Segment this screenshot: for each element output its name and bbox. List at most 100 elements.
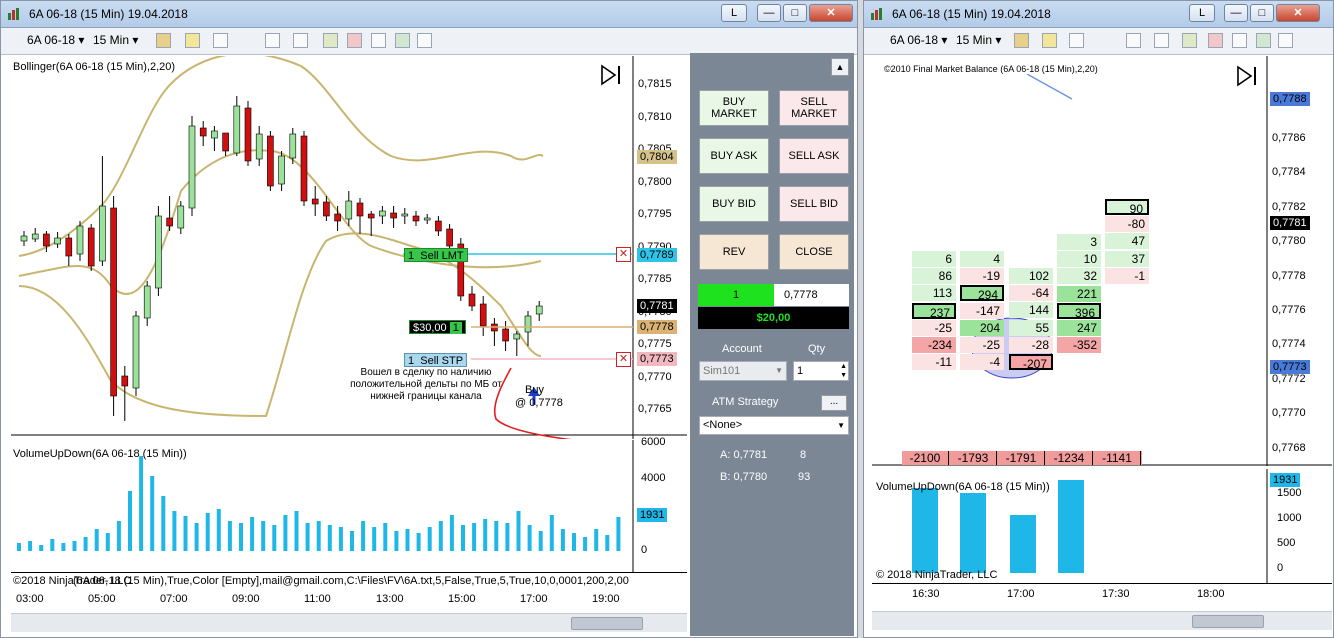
right-horizontal-scrollbar[interactable]	[872, 611, 1332, 630]
interval-selector[interactable]: 15 Min ▾	[956, 33, 1001, 47]
bar-type-icon[interactable]	[1014, 33, 1029, 48]
link-button[interactable]: L	[721, 4, 747, 22]
candle	[513, 333, 521, 340]
volume-chart[interactable]: VolumeUpDown(6A 06-18 (15 Min)) 6000 4000…	[11, 436, 687, 572]
cluster-cell: 47	[1105, 233, 1149, 250]
price-axis-tick-label: 0,7800	[638, 175, 672, 188]
cluster-cell: 144	[1009, 302, 1053, 319]
volume-bar	[294, 511, 299, 551]
time-axis-tick-label: 13:00	[376, 593, 404, 605]
account-select[interactable]: Sim101 ▼	[699, 361, 787, 381]
volume-bar	[227, 521, 232, 551]
cluster-cell: -25	[912, 319, 956, 336]
candle	[367, 213, 375, 219]
maximize-button[interactable]: □	[783, 4, 807, 22]
atm-strategy-label: ATM Strategy	[712, 396, 779, 408]
reverse-button[interactable]: REV	[699, 234, 769, 270]
close-position-button[interactable]: CLOSE	[779, 234, 849, 270]
close-window-button[interactable]: ✕	[1276, 4, 1320, 22]
indicators-icon[interactable]	[1182, 33, 1197, 48]
buy-market-button[interactable]: BUY MARKET	[699, 90, 769, 126]
price-axis-tick-label: 0,7795	[638, 208, 672, 220]
properties-icon[interactable]	[417, 33, 432, 48]
candle	[300, 135, 308, 202]
sell-lmt-label: Sell LMT	[420, 250, 464, 262]
cluster-cell: -19	[960, 268, 1004, 285]
price-axis-tick-label: 0,7782	[1272, 200, 1306, 213]
sell-lmt-order-tag[interactable]: 1 Sell LMT	[404, 248, 468, 262]
scroll-end-icon[interactable]	[1237, 65, 1256, 87]
chart-trader-icon[interactable]	[1232, 33, 1247, 48]
strategies-icon[interactable]	[347, 33, 362, 48]
candle	[278, 155, 285, 185]
candle	[76, 225, 84, 255]
plus-tool-icon[interactable]	[1069, 33, 1084, 48]
atm-strategy-select[interactable]: <None> ▼	[699, 416, 849, 435]
volume-bar	[50, 539, 55, 551]
cluster-chart[interactable]: ©2010 Final Market Balance (6A 06-18 (15…	[872, 56, 1332, 466]
money-icon[interactable]	[1256, 33, 1271, 48]
cursor-icon[interactable]	[1126, 33, 1141, 48]
volume-bar	[261, 521, 266, 551]
sell-stp-order-tag[interactable]: 1 Sell STP	[404, 353, 468, 367]
qty-stepper[interactable]: 1 ▲ ▼	[793, 361, 849, 381]
pnl-position-tag[interactable]: $30,00 1	[409, 320, 466, 334]
right-volume-chart[interactable]: VolumeUpDown(6A 06-18 (15 Min)) © 2018 N…	[872, 469, 1332, 583]
sell-ask-button[interactable]: SELL ASK	[779, 138, 849, 174]
buy-bid-button[interactable]: BUY BID	[699, 186, 769, 222]
candle	[412, 215, 420, 222]
account-value: Sim101	[703, 365, 741, 377]
volume-bar	[616, 517, 621, 551]
stepper-arrows-icon[interactable]: ▲ ▼	[840, 362, 847, 380]
volume-value-tag: 1931	[637, 508, 668, 522]
properties-icon[interactable]	[1278, 33, 1293, 48]
price-axis-tick-label: 0,7772	[1272, 372, 1306, 385]
scroll-thumb[interactable]	[1192, 615, 1264, 628]
time-axis-tick-label: 03:00	[16, 593, 44, 605]
volume-value-tag: 1931	[1270, 473, 1301, 487]
buy-ask-button[interactable]: BUY ASK	[699, 138, 769, 174]
zoom-icon[interactable]	[293, 33, 308, 48]
atm-options-button[interactable]: ...	[821, 395, 847, 411]
candle	[121, 375, 129, 387]
volume-bar	[205, 513, 210, 551]
cluster-cell: -352	[1057, 337, 1101, 354]
position-qty: 1	[449, 322, 462, 334]
close-window-button[interactable]: ✕	[809, 4, 853, 22]
scroll-end-icon[interactable]	[601, 64, 620, 86]
cancel-sell-stp-icon[interactable]: ✕	[616, 352, 631, 367]
minimize-button[interactable]: —	[1224, 4, 1248, 22]
cursor-icon[interactable]	[265, 33, 280, 48]
instrument-selector[interactable]: 6A 06-18 ▾	[890, 33, 947, 47]
collapse-panel-button[interactable]: ▲	[831, 58, 849, 76]
volume-bar	[449, 515, 454, 551]
money-icon[interactable]	[395, 33, 410, 48]
price-chart[interactable]: Bollinger(6A 06-18 (15 Min),2,20) 0,7815…	[11, 56, 687, 439]
sell-market-button[interactable]: SELL MARKET	[779, 90, 849, 126]
drawing-pen-icon[interactable]	[185, 33, 200, 48]
minimize-button[interactable]: —	[757, 4, 781, 22]
cluster-cell: -25	[960, 337, 1004, 353]
cluster-cell: 90	[1105, 199, 1149, 216]
candle	[435, 220, 442, 232]
volume-axis-tick-label: 4000	[641, 472, 666, 484]
plus-tool-icon[interactable]	[213, 33, 228, 48]
ask-size-label: 8	[800, 449, 807, 461]
cluster-cell: 237	[912, 302, 956, 320]
chevron-down-icon: ▼	[775, 366, 783, 375]
interval-selector[interactable]: 15 Min ▾	[93, 33, 138, 47]
drawing-pen-icon[interactable]	[1042, 33, 1057, 48]
indicators-icon[interactable]	[323, 33, 338, 48]
sell-bid-button[interactable]: SELL BID	[779, 186, 849, 222]
chart-trader-icon[interactable]	[371, 33, 386, 48]
scroll-thumb[interactable]	[571, 617, 643, 630]
link-button[interactable]: L	[1189, 4, 1215, 22]
strategies-icon[interactable]	[1208, 33, 1223, 48]
cancel-sell-lmt-icon[interactable]: ✕	[616, 247, 631, 262]
chart-app-icon	[871, 8, 882, 20]
bar-type-icon[interactable]	[156, 33, 171, 48]
zoom-icon[interactable]	[1154, 33, 1169, 48]
maximize-button[interactable]: □	[1250, 4, 1274, 22]
left-horizontal-scrollbar[interactable]	[11, 613, 687, 632]
instrument-selector[interactable]: 6A 06-18 ▾	[27, 33, 84, 47]
